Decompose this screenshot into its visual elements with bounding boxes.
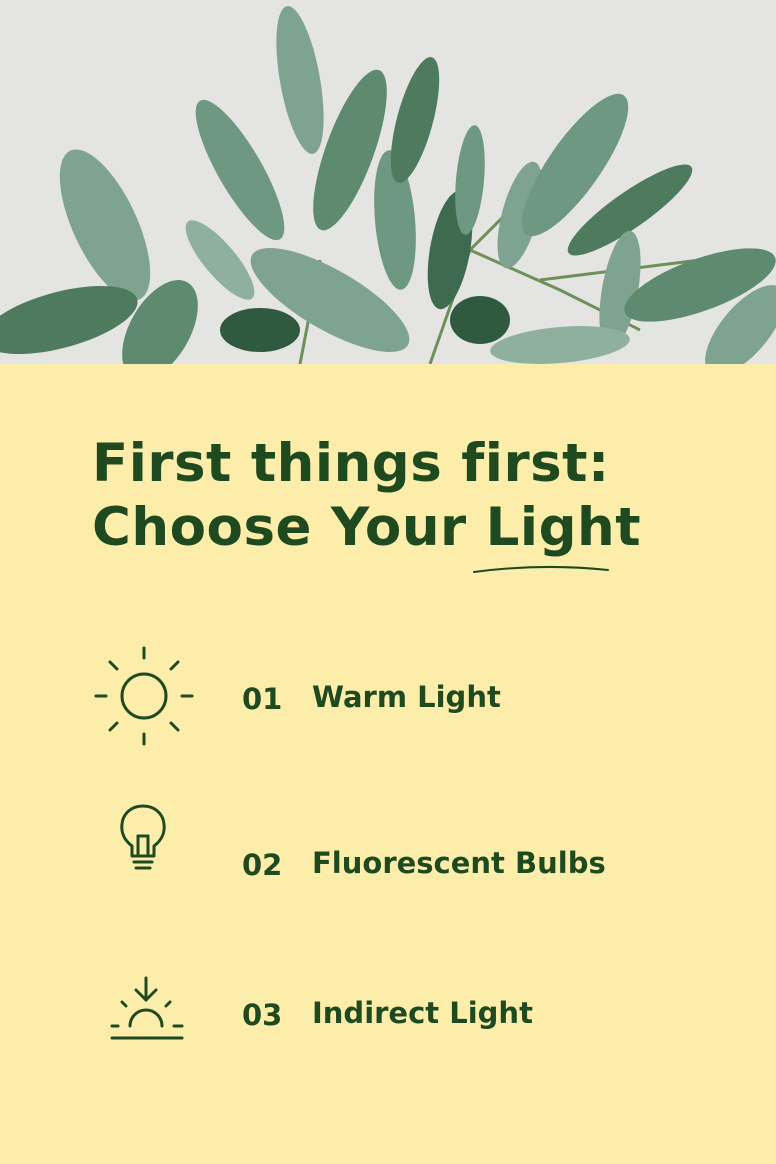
list-item: 02 Fluorescent Bulbs [0, 800, 776, 900]
list-item: 01 Warm Light [0, 646, 776, 746]
item-number: 02 [242, 848, 283, 882]
list-item: 03 Indirect Light [0, 970, 776, 1070]
sunset-icon [110, 976, 184, 1040]
item-label: Warm Light [312, 680, 501, 714]
title-highlight: Light [485, 497, 642, 558]
title-line-2: Choose Your Light [92, 496, 641, 560]
item-number: 03 [242, 998, 283, 1032]
page-title: First things first: Choose Your Light [92, 432, 641, 560]
item-label: Fluorescent Bulbs [312, 846, 606, 880]
eucalyptus-photo [0, 0, 776, 364]
sun-icon [94, 646, 194, 746]
title-line-1: First things first: [92, 433, 610, 494]
item-label: Indirect Light [312, 996, 533, 1030]
lightbulb-icon [120, 804, 166, 870]
title-underline [473, 565, 609, 573]
item-number: 01 [242, 682, 283, 716]
hero-image [0, 0, 776, 364]
title-prefix: Choose Your [92, 497, 486, 558]
